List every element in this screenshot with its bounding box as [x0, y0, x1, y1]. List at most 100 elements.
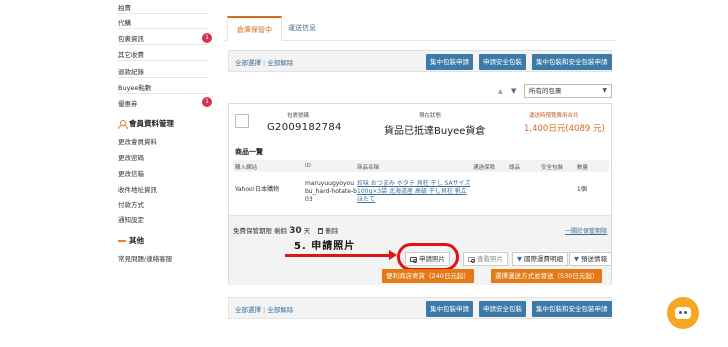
remaining-days: 30 — [289, 226, 302, 236]
sidebar-item-proxy[interactable]: 代購 — [118, 17, 131, 27]
status-label: 現在狀態 — [419, 113, 442, 119]
sidebar-item-other-fees[interactable]: 其它收費 — [118, 49, 144, 59]
view-photo-button[interactable]: 查看照片 — [463, 252, 508, 266]
sort-up-icon[interactable]: ▲ — [498, 88, 503, 95]
sidebar-divider — [118, 28, 208, 29]
bot-face-icon — [675, 307, 691, 319]
other-section-heading: 其他 — [118, 235, 144, 246]
fee-value: 1,400日元(4089 元) — [524, 124, 605, 134]
col-item: 總品 — [509, 165, 521, 171]
sidebar-divider — [118, 93, 208, 94]
shipping-estimate-button[interactable]: ▼ 預送情報 — [569, 252, 612, 266]
package-actions-area: 免費保管期限 剩餘 30 天 刪除 一關於保管期限 申請照片 查看照片 ▼ 國際運… — [229, 215, 612, 285]
sidebar-item-faq[interactable]: 常見問題/連絡客服 — [118, 253, 172, 263]
chevron-down-icon: ▼ — [574, 255, 579, 263]
col-insurance: 通過保險 — [473, 165, 496, 171]
sidebar-item-buyee-points[interactable]: Buyee點數 — [118, 82, 151, 92]
package-checkbox[interactable] — [235, 114, 249, 128]
other-section-title: 其他 — [129, 236, 144, 245]
trash-icon[interactable] — [318, 228, 324, 234]
sidebar-divider — [118, 77, 208, 78]
sidebar-item-address[interactable]: 收件地址資訊 — [118, 184, 157, 194]
deselect-all-link[interactable]: 全部解除 — [267, 306, 293, 314]
shipping-estimate-label: 預送情報 — [581, 255, 607, 263]
sidebar: 拍賣 代購 包裹資訊 1 其它收費 退款紀錄 Buyee點數 優惠券 1 會員資… — [110, 0, 214, 347]
person-icon — [118, 119, 128, 129]
consolidate-safe-button[interactable]: 集中包裝和安全包裝申請 — [532, 54, 612, 70]
sidebar-item-notifications[interactable]: 通知設定 — [118, 214, 144, 224]
col-qty: 數量 — [577, 165, 589, 171]
sidebar-divider — [118, 60, 208, 61]
sidebar-item-auction[interactable]: 拍賣 — [118, 2, 131, 12]
period-label: 免費保管期限 — [233, 227, 272, 235]
sidebar-divider — [118, 44, 208, 45]
package-card: 包裹號碼 G2009182784 現在狀態 貨品已抵達Buyee貨倉 運送時預覽… — [228, 103, 612, 285]
sidebar-item-coupons[interactable]: 優惠券 — [118, 98, 138, 108]
consolidate-safe-button[interactable]: 集中包裝和安全包裝申請 — [532, 301, 612, 317]
fee-label: 運送時預覽費用合共 — [529, 113, 579, 119]
bot-eye — [679, 311, 682, 314]
chevron-down-icon: ▼ — [517, 255, 522, 263]
cell-id: maruyuugyoyoubu_hard-hotate-b03 — [305, 180, 357, 203]
camera-icon — [468, 257, 475, 263]
sidebar-item-change-email[interactable]: 更改信箱 — [118, 168, 144, 178]
consolidate-button[interactable]: 集中包裝申請 — [426, 54, 473, 70]
sidebar-item-change-password[interactable]: 更改密碼 — [118, 152, 144, 162]
safe-packing-button[interactable]: 申請安全包裝 — [479, 301, 526, 317]
sort-down-icon[interactable]: ▼ — [511, 87, 516, 95]
tab-in-warehouse[interactable]: 倉庫保管中 — [227, 16, 282, 41]
remaining-label: 剩餘 — [274, 227, 288, 235]
status-value: 貨品已抵達Buyee貨倉 — [384, 126, 486, 137]
cell-qty: 1個 — [577, 186, 587, 193]
consolidate-button[interactable]: 集中包裝申請 — [426, 301, 473, 317]
cell-item-name-link[interactable]: 珍味 おつまみ ホタテ 貝柱 干し SAサイズ 100g×3袋 北海道産 高級 … — [357, 180, 472, 204]
convenience-store-ship-button[interactable]: 便利商店寄貨（240日元起） — [382, 269, 474, 283]
days-unit: 天 — [303, 227, 311, 235]
member-section-heading: 會員資料管理 — [118, 118, 174, 129]
package-number: G2009182784 — [267, 122, 342, 133]
chevron-down-icon: ▼ — [602, 87, 607, 94]
col-site: 購入網站 — [235, 165, 258, 171]
annotation-step-text: 5. 申請照片 — [294, 241, 356, 252]
choose-shipping-button[interactable]: 選擇運送方式並發送（530日元起） — [491, 269, 603, 283]
select-all-link[interactable]: 全部選擇 — [235, 59, 261, 67]
safe-packing-button[interactable]: 申請安全包裝 — [479, 54, 526, 70]
coupons-badge: 1 — [202, 97, 212, 107]
cell-site: Yahoo!日本購物 — [235, 186, 280, 193]
bot-eye — [684, 311, 687, 314]
delete-link[interactable]: 刪除 — [325, 227, 338, 235]
package-filter-value: 所有的包裹 — [529, 87, 562, 95]
filter-row: ▲ ▼ 所有的包裹 ▼ — [228, 84, 612, 98]
chat-bot-button[interactable] — [667, 297, 699, 329]
package-number-label: 包裹號碼 — [287, 113, 310, 119]
goods-list-title: 商品一覽 — [235, 148, 263, 156]
sidebar-item-refunds[interactable]: 退款紀錄 — [118, 66, 144, 76]
main-content: 倉庫保管中 運送信息 全部選擇 | 全部解除 集中包裝申請 申請安全包裝 集中包裝和… — [224, 0, 616, 347]
tab-shipping-info[interactable]: 運送信息 — [279, 16, 325, 41]
select-all-link[interactable]: 全部選擇 — [235, 306, 261, 314]
tab-bar: 倉庫保管中 運送信息 — [224, 16, 616, 41]
sidebar-item-edit-profile[interactable]: 更改會員資料 — [118, 136, 157, 146]
sidebar-item-package-info[interactable]: 包裹資訊 — [118, 33, 144, 43]
col-name: 商品名稱 — [357, 165, 380, 171]
col-id: ID — [305, 163, 311, 169]
highlight-circle — [397, 243, 459, 271]
action-bar-bottom: 全部選擇 | 全部解除 集中包裝申請 申請安全包裝 集中包裝和安全包裝申請 — [228, 297, 612, 319]
deselect-all-link[interactable]: 全部解除 — [267, 59, 293, 67]
intl-shipping-fee-label: 國際運費明細 — [524, 255, 563, 263]
annotation-arrow-head — [389, 250, 397, 260]
selection-links: 全部選擇 | 全部解除 — [235, 306, 294, 314]
view-photo-label: 查看照片 — [477, 255, 503, 263]
package-filter-select[interactable]: 所有的包裹 ▼ — [524, 84, 612, 98]
goods-table-header: 購入網站 ID 商品名稱 通過保險 總品 安全包裝 數量 — [233, 160, 609, 172]
storage-period: 免費保管期限 剩餘 30 天 刪除 — [233, 225, 338, 236]
annotation-arrow — [285, 254, 393, 257]
intl-shipping-fee-button[interactable]: ▼ 國際運費明細 — [512, 252, 568, 266]
col-safe: 安全包裝 — [541, 165, 564, 171]
action-bar-top: 全部選擇 | 全部解除 集中包裝申請 申請安全包裝 集中包裝和安全包裝申請 — [228, 50, 612, 72]
package-info-badge: 1 — [202, 33, 212, 43]
sidebar-divider — [118, 13, 208, 14]
sidebar-item-payment[interactable]: 付款方式 — [118, 199, 144, 209]
member-section-title: 會員資料管理 — [129, 119, 174, 128]
storage-period-info-link[interactable]: 一關於保管期限 — [565, 226, 607, 235]
